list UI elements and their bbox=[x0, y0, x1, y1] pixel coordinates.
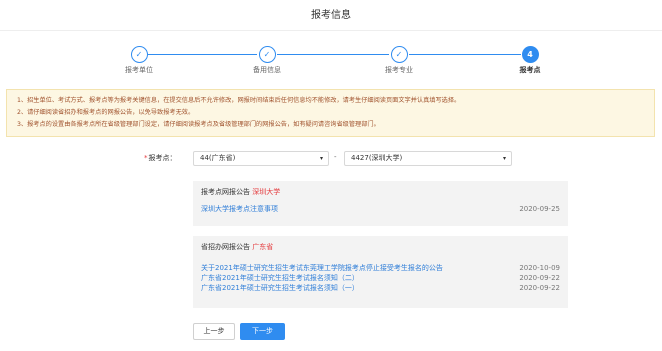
panel-title: 报考点网报公告 深圳大学 bbox=[201, 187, 560, 197]
exam-site-label: *报考点： bbox=[144, 153, 177, 163]
announcement-date: 2020-09-25 bbox=[519, 205, 560, 213]
panel-title-highlight: 深圳大学 bbox=[252, 188, 281, 196]
step-baokao-dian: 4 报考点 bbox=[490, 46, 570, 75]
step-baokao-zhuanye[interactable]: ✓ 报考专业 bbox=[359, 46, 439, 75]
progress-steps: ✓ 报考单位 ✓ 备用信息 ✓ 报考专业 4 报考点 bbox=[0, 46, 662, 82]
panel-title: 省招办网报公告 广东省 bbox=[201, 242, 560, 252]
notice-line: 2、请仔细阅读省招办和报考点的网报公告，以免导致报考无效。 bbox=[17, 109, 195, 116]
exam-site-select[interactable]: 4427(深圳大学) ▾ bbox=[344, 151, 512, 166]
step-label: 报考专业 bbox=[385, 66, 413, 74]
panel-title-text: 报考点网报公告 bbox=[201, 188, 250, 196]
page-title: 报考信息 bbox=[311, 10, 351, 21]
notice-line: 1、招生单位、考试方式、报考点等为报考关键信息，在提交信息后不允许修改，网报时间… bbox=[17, 97, 461, 104]
check-icon: ✓ bbox=[390, 46, 408, 63]
announcement-date: 2020-10-09 bbox=[519, 264, 560, 272]
chevron-down-icon: ▾ bbox=[319, 155, 323, 162]
panel-title-text: 省招办网报公告 bbox=[201, 243, 250, 251]
prev-step-button[interactable]: 上一步 bbox=[193, 323, 235, 340]
step-label: 备用信息 bbox=[253, 66, 281, 74]
separator: - bbox=[334, 153, 337, 161]
title-divider bbox=[0, 30, 662, 31]
step-label: 报考单位 bbox=[125, 66, 153, 74]
list-item: 广东省2021年硕士研究生招生考试报名须知（二） 2020-09-22 bbox=[201, 273, 560, 283]
step-baokao-danwei[interactable]: ✓ 报考单位 bbox=[99, 46, 179, 75]
next-step-button[interactable]: 下一步 bbox=[240, 323, 285, 340]
exam-site-label-text: 报考点： bbox=[148, 154, 177, 162]
step-beiyong-xinxi[interactable]: ✓ 备用信息 bbox=[227, 46, 307, 75]
list-item: 广东省2021年硕士研究生招生考试报名须知（一） 2020-09-22 bbox=[201, 283, 560, 293]
announcement-date: 2020-09-22 bbox=[519, 274, 560, 282]
announcement-link[interactable]: 深圳大学报考点注意事项 bbox=[201, 204, 278, 214]
list-item: 深圳大学报考点注意事项 2020-09-25 bbox=[201, 204, 560, 214]
list-item: 关于2021年硕士研究生招生考试东莞理工学院报考点停止接受考生报名的公告 202… bbox=[201, 263, 560, 273]
province-announcement-panel: 省招办网报公告 广东省 关于2021年硕士研究生招生考试东莞理工学院报考点停止接… bbox=[193, 236, 568, 308]
province-select-value: 44(广东省) bbox=[200, 154, 236, 162]
exam-site-row: *报考点： 44(广东省) ▾ - 4427(深圳大学) ▾ bbox=[0, 151, 662, 167]
site-announcement-panel: 报考点网报公告 深圳大学 深圳大学报考点注意事项 2020-09-25 bbox=[193, 181, 568, 226]
required-mark: * bbox=[144, 154, 148, 162]
announcement-link[interactable]: 广东省2021年硕士研究生招生考试报名须知（一） bbox=[201, 283, 359, 293]
province-select[interactable]: 44(广东省) ▾ bbox=[193, 151, 329, 166]
announcement-link[interactable]: 广东省2021年硕士研究生招生考试报名须知（二） bbox=[201, 273, 359, 283]
notice-box: 1、招生单位、考试方式、报考点等为报考关键信息，在提交信息后不允许修改，网报时间… bbox=[6, 89, 655, 137]
announcement-date: 2020-09-22 bbox=[519, 284, 560, 292]
exam-site-select-value: 4427(深圳大学) bbox=[351, 154, 403, 162]
check-icon: ✓ bbox=[258, 46, 276, 63]
chevron-down-icon: ▾ bbox=[502, 155, 506, 162]
check-icon: ✓ bbox=[130, 46, 148, 63]
step-label: 报考点 bbox=[519, 66, 541, 74]
step-number: 4 bbox=[521, 46, 539, 63]
panel-title-highlight: 广东省 bbox=[252, 243, 274, 251]
notice-line: 3、报考点的设置由各报考点所在省级管理部门设定，请仔细阅读报考点及省级管理部门的… bbox=[17, 121, 380, 128]
announcement-link[interactable]: 关于2021年硕士研究生招生考试东莞理工学院报考点停止接受考生报名的公告 bbox=[201, 263, 443, 273]
